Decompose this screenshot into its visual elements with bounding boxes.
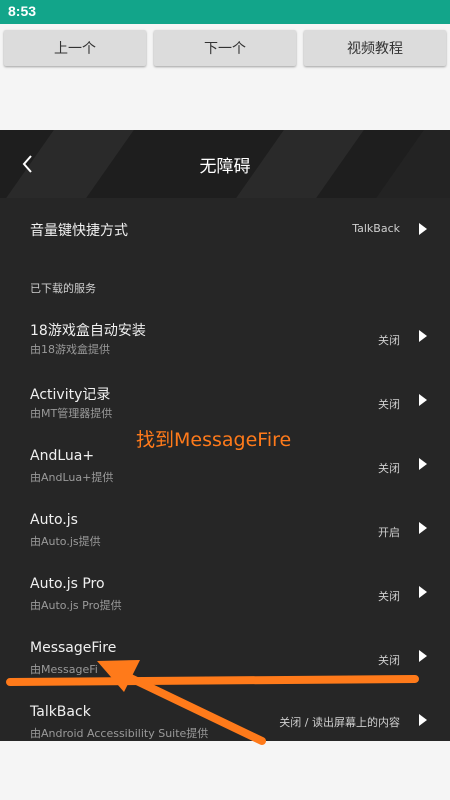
chevron-right-icon <box>419 330 427 342</box>
tutorial-button[interactable]: 视频教程 <box>304 30 446 66</box>
service-name: 18游戏盒自动安装 <box>30 323 146 339</box>
service-status: 关闭 <box>378 462 400 475</box>
service-provider: 由Auto.js Pro提供 <box>30 599 122 612</box>
chevron-right-icon <box>419 522 427 534</box>
status-time: 8:53 <box>8 3 37 19</box>
chevron-right-icon <box>419 586 427 598</box>
service-provider: 由MT管理器提供 <box>30 407 113 420</box>
chevron-right-icon <box>419 458 427 470</box>
service-item-talkback[interactable]: TalkBack 由Android Accessibility Suite提供 … <box>0 694 450 741</box>
service-name: MessageFire <box>30 640 117 656</box>
service-provider: 由AndLua+提供 <box>30 471 114 484</box>
volume-shortcut-label: 音量键快捷方式 <box>30 223 128 239</box>
service-item-18game[interactable]: 18游戏盒自动安装 由18游戏盒提供 关闭 <box>0 310 450 374</box>
service-item-autojs-pro[interactable]: Auto.js Pro 由Auto.js Pro提供 关闭 <box>0 566 450 630</box>
section-downloaded-label: 已下载的服务 <box>30 282 96 295</box>
top-button-bar: 上一个 下一个 视频教程 <box>0 24 450 130</box>
service-name: Activity记录 <box>30 387 111 403</box>
service-name: AndLua+ <box>30 448 95 464</box>
service-name: Auto.js <box>30 512 78 528</box>
annotation-text: 找到MessageFire <box>136 429 292 451</box>
chevron-right-icon <box>419 394 427 406</box>
chevron-right-icon <box>419 650 427 662</box>
service-status: 关闭 / 读出屏幕上的内容 <box>279 716 400 729</box>
service-status: 关闭 <box>378 590 400 603</box>
service-item-autojs[interactable]: Auto.js 由Auto.js提供 开启 <box>0 502 450 566</box>
status-bar: 8:53 <box>0 0 450 24</box>
service-item-messagefire[interactable]: MessageFire 由MessageFi 关闭 <box>0 630 450 694</box>
chevron-right-icon <box>419 714 427 726</box>
service-status: 关闭 <box>378 398 400 411</box>
volume-shortcut-row[interactable]: 音量键快捷方式 TalkBack <box>0 198 450 260</box>
service-name: TalkBack <box>30 704 91 720</box>
service-status: 关闭 <box>378 654 400 667</box>
volume-shortcut-value: TalkBack <box>352 222 400 235</box>
header-bar: 无障碍 <box>0 130 450 198</box>
service-provider: 由Auto.js提供 <box>30 535 101 548</box>
chevron-right-icon <box>419 223 427 235</box>
service-status: 开启 <box>378 526 400 539</box>
service-name: Auto.js Pro <box>30 576 105 592</box>
service-provider: 由18游戏盒提供 <box>30 343 110 356</box>
service-provider: 由MessageFi <box>30 663 98 676</box>
next-button[interactable]: 下一个 <box>154 30 296 66</box>
service-provider: 由Android Accessibility Suite提供 <box>30 727 209 740</box>
page-title: 无障碍 <box>199 157 251 177</box>
prev-button[interactable]: 上一个 <box>4 30 146 66</box>
service-status: 关闭 <box>378 334 400 347</box>
